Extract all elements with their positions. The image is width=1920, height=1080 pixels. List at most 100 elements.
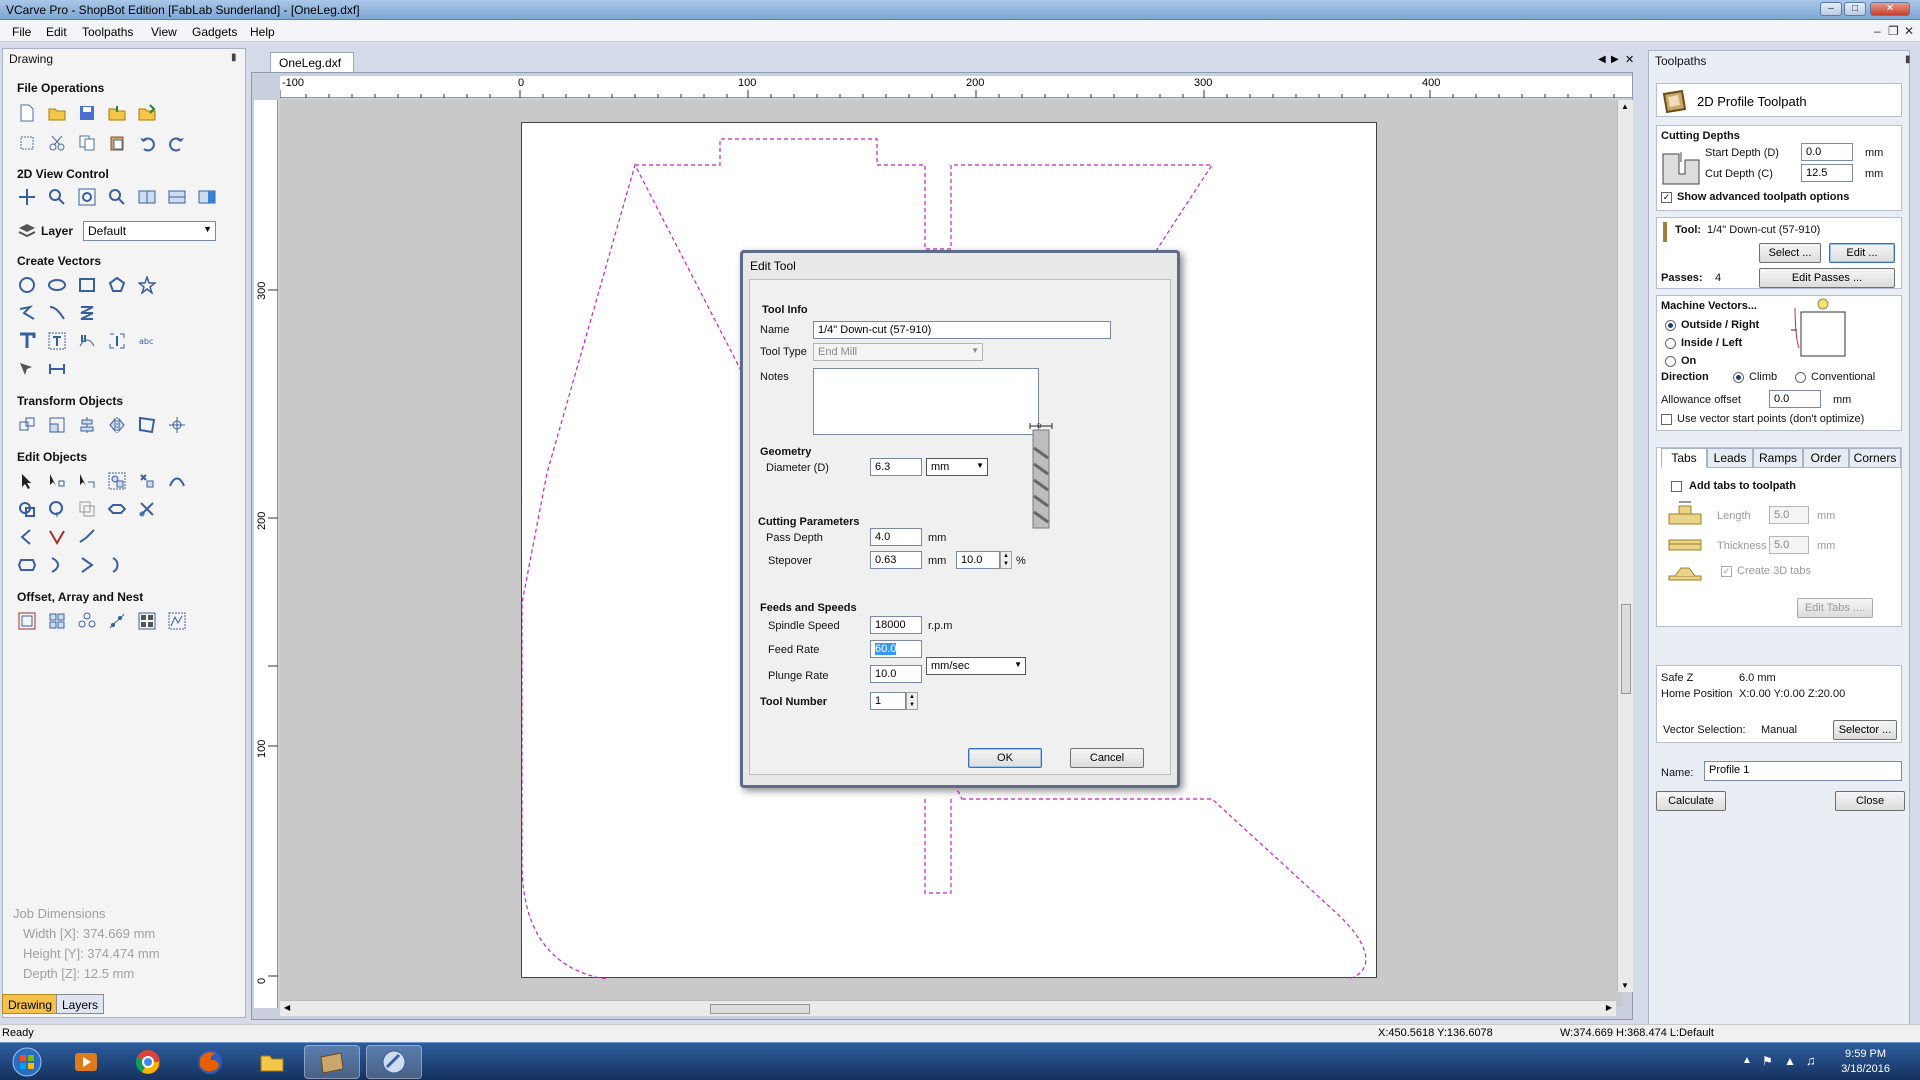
- close-window-button[interactable]: ✕: [1870, 2, 1910, 16]
- select-arrow-icon[interactable]: [17, 471, 37, 491]
- view-split-icon[interactable]: [137, 187, 157, 207]
- distort-icon[interactable]: [137, 415, 157, 435]
- pin-icon[interactable]: ▮: [231, 52, 237, 63]
- pin-icon[interactable]: ▮: [1905, 54, 1911, 65]
- toolpath-name-input[interactable]: Profile 1: [1704, 761, 1902, 781]
- mdi-restore-icon[interactable]: ❐: [1888, 24, 1899, 38]
- edit-passes-button[interactable]: Edit Passes ...: [1759, 268, 1895, 288]
- chamfer-icon[interactable]: [77, 527, 97, 547]
- menu-file[interactable]: File: [12, 25, 31, 39]
- plunge-rate-input[interactable]: 10.0: [870, 665, 922, 683]
- vertical-scroll-thumb[interactable]: [1621, 604, 1631, 694]
- menu-view[interactable]: View: [151, 25, 177, 39]
- app-taskbar-icon[interactable]: [366, 1045, 422, 1079]
- minimize-button[interactable]: –: [1820, 2, 1842, 16]
- view-horizontal-icon[interactable]: [167, 187, 187, 207]
- align-icon[interactable]: [77, 415, 97, 435]
- conventional-radio[interactable]: [1795, 372, 1806, 383]
- horizontal-scrollbar[interactable]: ◀ ▶: [280, 1000, 1616, 1016]
- tab-scroll-left-icon[interactable]: ◀: [1598, 54, 1606, 65]
- nest-parts-icon[interactable]: [167, 611, 187, 631]
- open-file-icon[interactable]: [47, 103, 67, 123]
- chrome-icon[interactable]: [120, 1045, 176, 1079]
- tool-number-input[interactable]: 1: [870, 692, 906, 710]
- undo-icon[interactable]: [137, 133, 157, 153]
- group-icon[interactable]: [107, 471, 127, 491]
- tab-leads[interactable]: Leads: [1707, 448, 1753, 468]
- rectangle-icon[interactable]: [77, 275, 97, 295]
- calculate-button[interactable]: Calculate: [1656, 791, 1726, 811]
- subtract-icon[interactable]: [47, 499, 67, 519]
- nest-icon[interactable]: [137, 611, 157, 631]
- zoom-extents-icon[interactable]: [77, 187, 97, 207]
- dimension-icon[interactable]: [47, 359, 67, 379]
- ellipse-icon[interactable]: [47, 275, 67, 295]
- text-icon[interactable]: [17, 331, 37, 351]
- mdi-close-icon[interactable]: ✕: [1904, 24, 1914, 38]
- tab-scroll-right-icon[interactable]: ▶: [1611, 54, 1619, 65]
- spindle-speed-input[interactable]: 18000: [870, 616, 922, 634]
- vertical-scrollbar[interactable]: ▲ ▼: [1617, 100, 1633, 992]
- tab-tabs[interactable]: Tabs: [1661, 448, 1707, 468]
- menu-toolpaths[interactable]: Toolpaths: [82, 25, 133, 39]
- add-tabs-checkbox[interactable]: [1671, 481, 1682, 492]
- scroll-right-icon[interactable]: ▶: [1606, 1003, 1612, 1012]
- document-tab[interactable]: OneLeg.dxf: [270, 52, 354, 72]
- diameter-input[interactable]: 6.3: [870, 458, 922, 476]
- scroll-down-icon[interactable]: ▼: [1621, 981, 1629, 990]
- start-button[interactable]: [2, 1045, 52, 1079]
- arc-left-icon[interactable]: [17, 527, 37, 547]
- export-icon[interactable]: [137, 103, 157, 123]
- cut-icon[interactable]: [47, 133, 67, 153]
- scale-icon[interactable]: [47, 415, 67, 435]
- array-copy-icon[interactable]: [47, 611, 67, 631]
- text-abc-icon[interactable]: abc: [137, 331, 157, 351]
- tray-flag-icon[interactable]: ⚑: [1762, 1054, 1773, 1068]
- copy-icon[interactable]: [77, 133, 97, 153]
- scroll-left-icon[interactable]: ◀: [284, 1003, 290, 1012]
- menu-help[interactable]: Help: [250, 25, 275, 39]
- mdi-min-icon[interactable]: –: [1874, 24, 1881, 38]
- interactive-select-icon[interactable]: [77, 471, 97, 491]
- diameter-unit-select[interactable]: mm ▼: [926, 458, 988, 476]
- close-vector-icon[interactable]: [17, 555, 37, 575]
- draw-pen-icon[interactable]: [17, 359, 37, 379]
- zoom-selection-icon[interactable]: [107, 187, 127, 207]
- menu-gadgets[interactable]: Gadgets: [192, 25, 237, 39]
- edit-tool-button[interactable]: Edit ...: [1829, 243, 1895, 263]
- tab-drawing[interactable]: Drawing: [2, 994, 59, 1014]
- cancel-button[interactable]: Cancel: [1070, 748, 1144, 768]
- inside-left-radio[interactable]: [1665, 338, 1676, 349]
- ok-button[interactable]: OK: [968, 748, 1042, 768]
- offset-icon[interactable]: [17, 611, 37, 631]
- anchor-icon[interactable]: [167, 415, 187, 435]
- feed-rate-input[interactable]: 60.0: [870, 640, 922, 658]
- on-radio[interactable]: [1665, 356, 1676, 367]
- node-edit-icon[interactable]: [47, 471, 67, 491]
- curve-fit-icon[interactable]: [77, 555, 97, 575]
- extend-icon[interactable]: [47, 555, 67, 575]
- doc-close-icon[interactable]: ✕: [1625, 53, 1634, 66]
- tab-corners[interactable]: Corners: [1849, 448, 1901, 468]
- job-setup-icon[interactable]: [17, 133, 37, 153]
- media-player-icon[interactable]: [58, 1045, 114, 1079]
- polygon-icon[interactable]: [107, 275, 127, 295]
- fillet-icon[interactable]: [47, 527, 67, 547]
- star-icon[interactable]: [137, 275, 157, 295]
- cut-depth-input[interactable]: 12.5: [1801, 164, 1853, 182]
- climb-radio[interactable]: [1733, 372, 1744, 383]
- new-file-icon[interactable]: [17, 103, 37, 123]
- tool-number-spinner[interactable]: ▲ ▼: [906, 692, 918, 710]
- advanced-options-checkbox[interactable]: ✓: [1661, 192, 1672, 203]
- close-button[interactable]: Close: [1835, 791, 1905, 811]
- notes-textarea[interactable]: [813, 368, 1039, 435]
- outside-right-radio[interactable]: [1665, 320, 1676, 331]
- curve-icon[interactable]: [47, 303, 67, 323]
- vector-start-checkbox[interactable]: [1661, 414, 1672, 425]
- paste-icon[interactable]: [107, 133, 127, 153]
- pan-icon[interactable]: [17, 187, 37, 207]
- feed-unit-select[interactable]: mm/sec ▼: [926, 657, 1026, 675]
- trim-icon[interactable]: [137, 499, 157, 519]
- spline-icon[interactable]: [77, 303, 97, 323]
- weld-icon[interactable]: [17, 499, 37, 519]
